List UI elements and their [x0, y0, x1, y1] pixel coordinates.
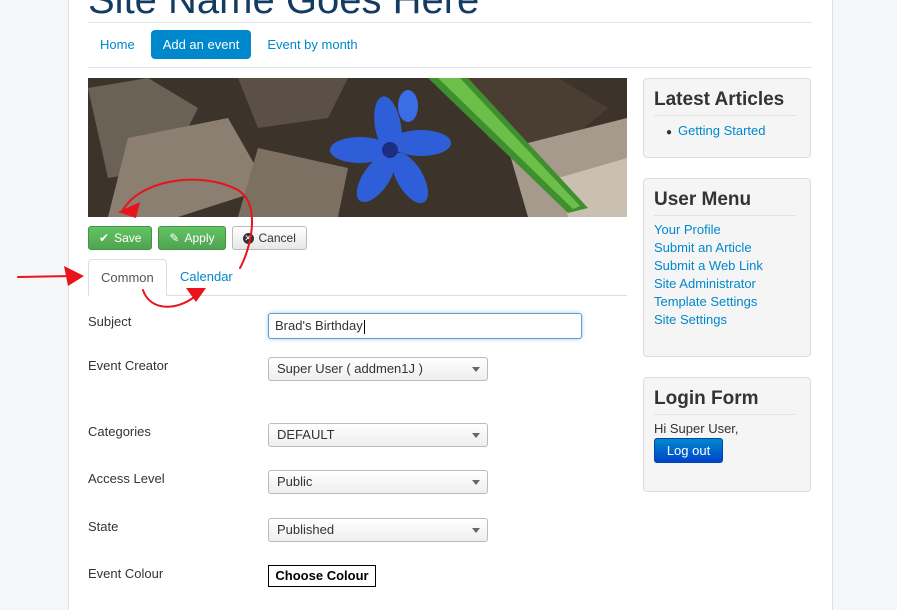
event-creator-value: Super User ( addmen1J ) — [277, 361, 423, 376]
module-divider — [654, 115, 796, 116]
state-select[interactable]: Published — [268, 518, 488, 542]
menu-item-site-administrator[interactable]: Site Administrator — [654, 276, 756, 291]
check-icon: ✔ — [99, 231, 110, 245]
chevron-down-icon — [472, 528, 480, 533]
latest-article-link[interactable]: Getting Started — [678, 123, 765, 138]
categories-label: Categories — [88, 424, 151, 439]
access-level-value: Public — [277, 474, 313, 489]
annotation-arrow-common — [17, 275, 73, 278]
state-label: State — [88, 519, 119, 534]
nav-divider — [88, 67, 812, 68]
latest-articles-list: ● Getting Started — [666, 123, 766, 138]
subject-input[interactable]: Brad's Birthday — [268, 313, 582, 339]
nav-home[interactable]: Home — [88, 30, 147, 59]
chevron-down-icon — [472, 480, 480, 485]
event-colour-label: Event Colour — [88, 566, 164, 581]
header-divider — [88, 22, 812, 23]
module-divider — [654, 414, 796, 415]
logout-button[interactable]: Log out — [654, 438, 723, 463]
chevron-down-icon — [472, 433, 480, 438]
state-value: Published — [277, 522, 335, 537]
login-form-title: Login Form — [654, 388, 759, 409]
chevron-down-icon — [472, 367, 480, 372]
menu-item-submit-web-link[interactable]: Submit a Web Link — [654, 258, 763, 273]
user-menu-title: User Menu — [654, 189, 752, 210]
user-menu-module: User Menu Your Profile Submit an Article… — [643, 178, 811, 357]
cancel-button[interactable]: ✕ Cancel — [231, 226, 307, 250]
bullet-icon: ● — [666, 127, 673, 138]
subject-value: Brad's Birthday — [275, 318, 363, 333]
main-nav: Home Add an event Event by month — [88, 30, 370, 59]
categories-value: DEFAULT — [277, 427, 335, 442]
banner-image — [88, 78, 627, 217]
choose-colour-button[interactable]: Choose Colour — [268, 565, 376, 587]
save-button[interactable]: ✔ Save — [88, 226, 153, 250]
apply-button-label: Apply — [184, 231, 215, 245]
latest-articles-module: Latest Articles ● Getting Started — [643, 78, 811, 158]
module-divider — [654, 215, 796, 216]
form-toolbar: ✔ Save ✎ Apply ✕ Cancel — [88, 226, 307, 250]
cancel-icon: ✕ — [242, 232, 254, 244]
subject-label: Subject — [88, 314, 132, 329]
site-title[interactable]: Site Name Goes Here — [88, 0, 479, 23]
nav-event-by-month[interactable]: Event by month — [255, 30, 369, 59]
menu-item-your-profile[interactable]: Your Profile — [654, 222, 721, 237]
save-button-label: Save — [114, 231, 142, 245]
categories-select[interactable]: DEFAULT — [268, 423, 488, 447]
tab-calendar[interactable]: Calendar — [168, 259, 245, 294]
tab-common[interactable]: Common — [88, 259, 167, 296]
menu-item-submit-article[interactable]: Submit an Article — [654, 240, 752, 255]
nav-add-event[interactable]: Add an event — [150, 30, 252, 59]
login-form-module: Login Form Hi Super User, Log out — [643, 377, 811, 492]
cancel-button-label: Cancel — [258, 231, 296, 245]
latest-articles-title: Latest Articles — [654, 89, 785, 110]
menu-item-template-settings[interactable]: Template Settings — [654, 294, 757, 309]
access-level-label: Access Level — [88, 471, 165, 486]
apply-button[interactable]: ✎ Apply — [158, 226, 226, 250]
menu-item-site-settings[interactable]: Site Settings — [654, 312, 727, 327]
event-creator-select[interactable]: Super User ( addmen1J ) — [268, 357, 488, 381]
text-caret — [363, 319, 365, 334]
edit-icon: ✎ — [169, 231, 180, 245]
event-creator-label: Event Creator — [88, 358, 169, 373]
form-tabs: Common Calendar — [88, 259, 627, 296]
access-level-select[interactable]: Public — [268, 470, 488, 494]
login-greeting: Hi Super User, — [654, 421, 739, 436]
